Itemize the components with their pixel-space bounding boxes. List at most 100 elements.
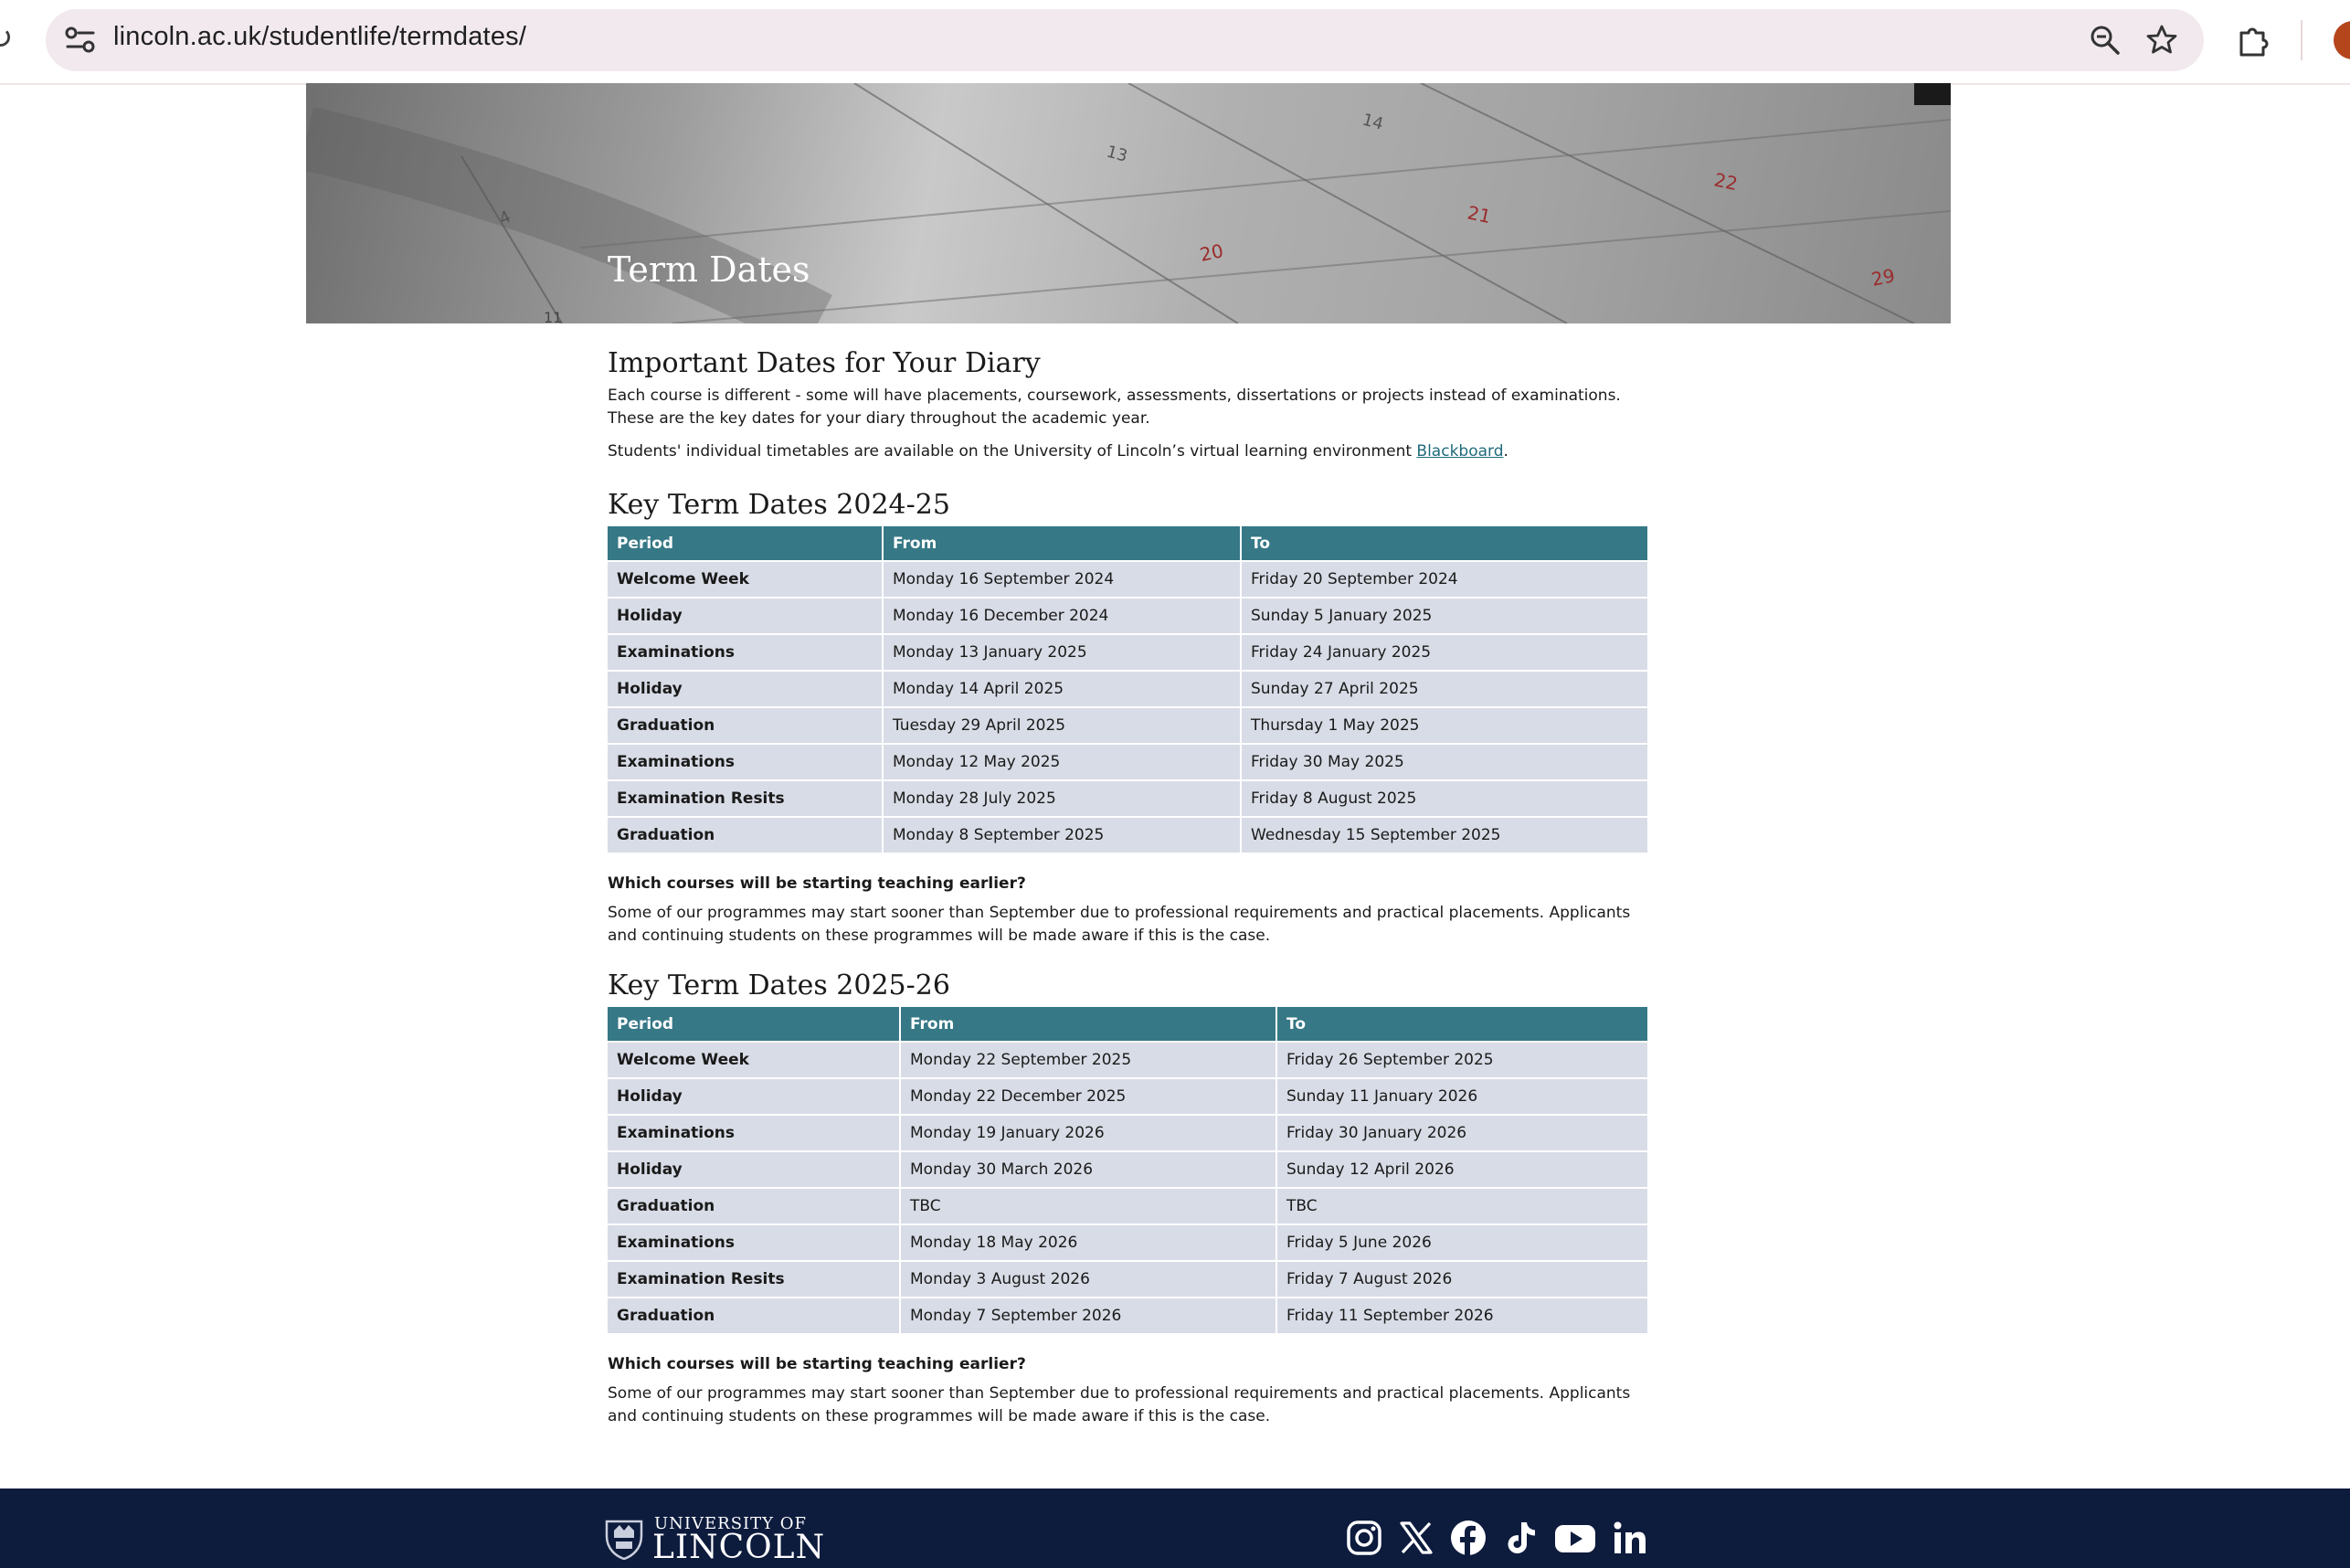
from-cell: Monday 18 May 2026 xyxy=(901,1225,1276,1260)
main-content: Important Dates for Your Diary Each cour… xyxy=(608,347,1649,1428)
to-cell: Friday 30 January 2026 xyxy=(1277,1116,1647,1150)
profile-avatar[interactable] xyxy=(2334,21,2350,59)
instagram-icon[interactable] xyxy=(1346,1520,1382,1556)
browser-toolbar: ↻ lincoln.ac.uk/studentlife/termdates/ xyxy=(0,0,2350,85)
from-cell: Monday 16 September 2024 xyxy=(884,562,1240,597)
table-row: Holiday Monday 16 December 2024 Sunday 5 J… xyxy=(608,599,1647,633)
from-cell: Monday 16 December 2024 xyxy=(884,599,1240,633)
period-cell: Graduation xyxy=(608,1189,899,1224)
linkedin-icon[interactable] xyxy=(1612,1520,1648,1556)
to-cell: Sunday 5 January 2025 xyxy=(1242,599,1647,633)
youtube-icon[interactable] xyxy=(1554,1520,1596,1556)
from-cell: Monday 14 April 2025 xyxy=(884,672,1240,706)
extensions-icon[interactable] xyxy=(2236,22,2272,58)
period-cell: Examination Resits xyxy=(608,1262,899,1297)
from-cell: Monday 28 July 2025 xyxy=(884,781,1240,816)
table-row: Holiday Monday 14 April 2025 Sunday 27 Apr… xyxy=(608,672,1647,706)
period-cell: Graduation xyxy=(608,708,882,743)
from-cell: Monday 12 May 2025 xyxy=(884,745,1240,779)
period-cell: Examination Resits xyxy=(608,781,882,816)
table-row: Graduation TBC TBC xyxy=(608,1189,1647,1224)
x-icon[interactable] xyxy=(1398,1520,1434,1556)
to-cell: Friday 24 January 2025 xyxy=(1242,635,1647,670)
facebook-icon[interactable] xyxy=(1450,1520,1487,1556)
column-header-from: From xyxy=(884,526,1240,560)
table-row: Examinations Monday 12 May 2025 Friday 30 … xyxy=(608,745,1647,779)
column-header-from: From xyxy=(901,1007,1276,1041)
url-path: /studentlife/termdates/ xyxy=(261,22,527,51)
period-cell: Examinations xyxy=(608,1225,899,1260)
from-cell: Tuesday 29 April 2025 xyxy=(884,708,1240,743)
period-cell: Examinations xyxy=(608,1116,899,1150)
calendar-number: 20 xyxy=(1198,239,1225,266)
period-cell: Holiday xyxy=(608,1152,899,1187)
column-header-period: Period xyxy=(608,526,882,560)
intro-paragraph: Each course is different - some will hav… xyxy=(608,387,1621,428)
to-cell: TBC xyxy=(1277,1189,1647,1224)
from-cell: TBC xyxy=(901,1189,1276,1224)
from-cell: Monday 3 August 2026 xyxy=(901,1262,1276,1297)
table-row: Welcome Week Monday 22 September 2025 Frid… xyxy=(608,1043,1647,1077)
timetable-paragraph: Students' individual timetables are avai… xyxy=(608,440,1649,463)
from-cell: Monday 30 March 2026 xyxy=(901,1152,1276,1187)
to-cell: Friday 5 June 2026 xyxy=(1277,1225,1647,1260)
calendar-number: 13 xyxy=(1105,143,1130,166)
url-text[interactable]: lincoln.ac.uk/studentlife/termdates/ xyxy=(113,22,526,52)
table-header-row: Period From To xyxy=(608,526,1647,560)
column-header-to: To xyxy=(1277,1007,1647,1041)
faq-answer: Some of our programmes may start sooner … xyxy=(608,904,1631,945)
timetable-suffix: . xyxy=(1503,442,1508,461)
period-cell: Graduation xyxy=(608,1298,899,1333)
zoom-icon[interactable] xyxy=(2089,24,2122,57)
calendar-number: 14 xyxy=(1360,111,1386,134)
to-cell: Friday 26 September 2025 xyxy=(1277,1043,1647,1077)
table-row: Graduation Monday 7 September 2026 Friday … xyxy=(608,1298,1647,1333)
table-header-row: Period From To xyxy=(608,1007,1647,1041)
column-header-to: To xyxy=(1242,526,1647,560)
to-cell: Friday 11 September 2026 xyxy=(1277,1298,1647,1333)
to-cell: Friday 8 August 2025 xyxy=(1242,781,1647,816)
from-cell: Monday 13 January 2025 xyxy=(884,635,1240,670)
period-cell: Examinations xyxy=(608,745,882,779)
intro-heading: Important Dates for Your Diary xyxy=(608,347,1041,379)
to-cell: Friday 20 September 2024 xyxy=(1242,562,1647,597)
bookmark-star-icon[interactable] xyxy=(2145,24,2178,57)
page-title: Term Dates xyxy=(608,249,810,290)
toolbar-divider xyxy=(2301,20,2302,60)
university-crest-icon[interactable] xyxy=(603,1516,645,1561)
period-cell: Holiday xyxy=(608,599,882,633)
blackboard-link[interactable]: Blackboard xyxy=(1416,442,1503,461)
calendar-number: 21 xyxy=(1466,201,1493,228)
table-row: Examinations Monday 13 January 2025 Friday… xyxy=(608,635,1647,670)
faq-question: Which courses will be starting teaching … xyxy=(608,1355,1026,1373)
table-row: Examinations Monday 18 May 2026 Friday 5 J… xyxy=(608,1225,1647,1260)
table-row: Examination Resits Monday 28 July 2025 Fri… xyxy=(608,781,1647,816)
column-header-period: Period xyxy=(608,1007,899,1041)
to-cell: Wednesday 15 September 2025 xyxy=(1242,818,1647,853)
table-row: Welcome Week Monday 16 September 2024 Frid… xyxy=(608,562,1647,597)
from-cell: Monday 22 September 2025 xyxy=(901,1043,1276,1077)
calendar-photo: 4 13 14 20 21 22 29 11 xyxy=(306,83,1951,323)
to-cell: Sunday 27 April 2025 xyxy=(1242,672,1647,706)
table-row: Examinations Monday 19 January 2026 Friday… xyxy=(608,1116,1647,1150)
period-cell: Welcome Week xyxy=(608,562,882,597)
to-cell: Sunday 11 January 2026 xyxy=(1277,1079,1647,1114)
calendar-number: 11 xyxy=(544,309,562,323)
from-cell: Monday 7 September 2026 xyxy=(901,1298,1276,1333)
calendar-number: 29 xyxy=(1869,264,1897,291)
period-cell: Holiday xyxy=(608,1079,899,1114)
calendar-number: 22 xyxy=(1712,168,1740,195)
reload-icon[interactable]: ↻ xyxy=(0,20,15,57)
to-cell: Thursday 1 May 2025 xyxy=(1242,708,1647,743)
url-host: lincoln.ac.uk xyxy=(113,22,262,51)
table-row: Holiday Monday 30 March 2026 Sunday 12 Apr… xyxy=(608,1152,1647,1187)
timetable-text: Students' individual timetables are avai… xyxy=(608,442,1417,461)
period-cell: Examinations xyxy=(608,635,882,670)
site-info-icon[interactable] xyxy=(62,24,99,57)
address-bar[interactable]: lincoln.ac.uk/studentlife/termdates/ xyxy=(46,9,2204,71)
tiktok-icon[interactable] xyxy=(1502,1520,1539,1556)
period-cell: Holiday xyxy=(608,672,882,706)
to-cell: Friday 7 August 2026 xyxy=(1277,1262,1647,1297)
from-cell: Monday 22 December 2025 xyxy=(901,1079,1276,1114)
table-row: Graduation Tuesday 29 April 2025 Thursday … xyxy=(608,708,1647,743)
